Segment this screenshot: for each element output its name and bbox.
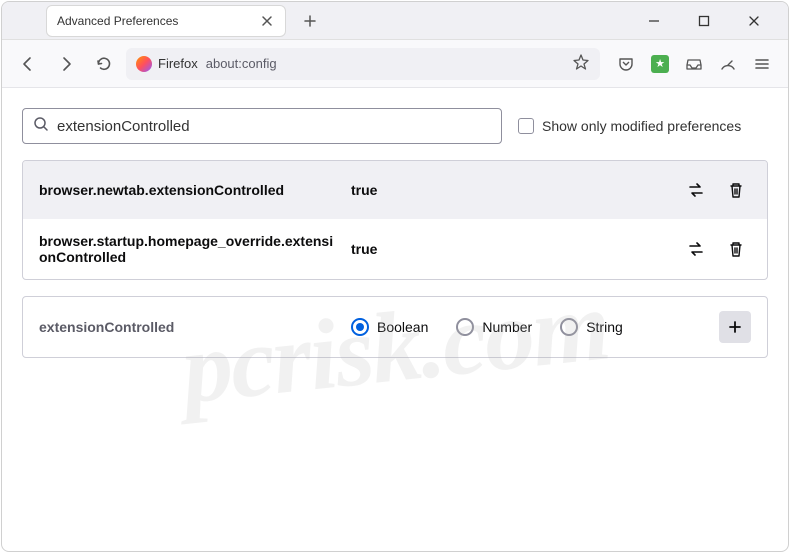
toggle-button[interactable]: [681, 234, 711, 264]
type-radio-string[interactable]: String: [560, 318, 623, 336]
close-window-button[interactable]: [736, 6, 772, 36]
speed-icon[interactable]: [712, 48, 744, 80]
forward-button[interactable]: [50, 48, 82, 80]
radio-icon: [351, 318, 369, 336]
radio-icon: [560, 318, 578, 336]
type-radio-boolean[interactable]: Boolean: [351, 318, 428, 336]
close-tab-icon[interactable]: [259, 13, 275, 29]
url-bar[interactable]: Firefox about:config: [126, 48, 600, 80]
content-area: Show only modified preferences browser.n…: [2, 88, 788, 551]
pref-search-box[interactable]: [22, 108, 502, 144]
pref-value: true: [351, 182, 669, 198]
firefox-logo-icon: [136, 56, 152, 72]
brand-label: Firefox: [158, 56, 198, 71]
extension-badge-icon[interactable]: [644, 48, 676, 80]
type-radio-number[interactable]: Number: [456, 318, 532, 336]
pref-list: browser.newtab.extensionControlled true …: [22, 160, 768, 280]
url-text: about:config: [206, 56, 277, 71]
pref-value: true: [351, 241, 669, 257]
pref-name: browser.newtab.extensionControlled: [39, 182, 339, 198]
show-modified-checkbox-row[interactable]: Show only modified preferences: [518, 118, 741, 134]
minimize-button[interactable]: [636, 6, 672, 36]
radio-label: Boolean: [377, 319, 428, 335]
maximize-button[interactable]: [686, 6, 722, 36]
checkbox-label: Show only modified preferences: [542, 118, 741, 134]
radio-label: Number: [482, 319, 532, 335]
tab-title: Advanced Preferences: [57, 14, 251, 28]
new-pref-row: extensionControlled Boolean Number Strin…: [22, 296, 768, 358]
browser-tab[interactable]: Advanced Preferences: [46, 5, 286, 37]
new-tab-button[interactable]: [296, 7, 324, 35]
new-pref-name: extensionControlled: [39, 319, 339, 335]
show-modified-checkbox[interactable]: [518, 118, 534, 134]
search-input[interactable]: [57, 118, 491, 135]
pref-row: browser.startup.homepage_override.extens…: [23, 219, 767, 279]
pref-row: browser.newtab.extensionControlled true: [23, 161, 767, 219]
pref-name: browser.startup.homepage_override.extens…: [39, 233, 339, 265]
add-pref-button[interactable]: [719, 311, 751, 343]
menu-button[interactable]: [746, 48, 778, 80]
back-button[interactable]: [12, 48, 44, 80]
radio-label: String: [586, 319, 623, 335]
radio-icon: [456, 318, 474, 336]
titlebar: Advanced Preferences: [2, 2, 788, 40]
search-icon: [33, 116, 49, 137]
toolbar: Firefox about:config: [2, 40, 788, 88]
inbox-icon[interactable]: [678, 48, 710, 80]
bookmark-star-icon[interactable]: [572, 53, 590, 74]
reload-button[interactable]: [88, 48, 120, 80]
pocket-icon[interactable]: [610, 48, 642, 80]
toggle-button[interactable]: [681, 175, 711, 205]
delete-button[interactable]: [721, 175, 751, 205]
delete-button[interactable]: [721, 234, 751, 264]
